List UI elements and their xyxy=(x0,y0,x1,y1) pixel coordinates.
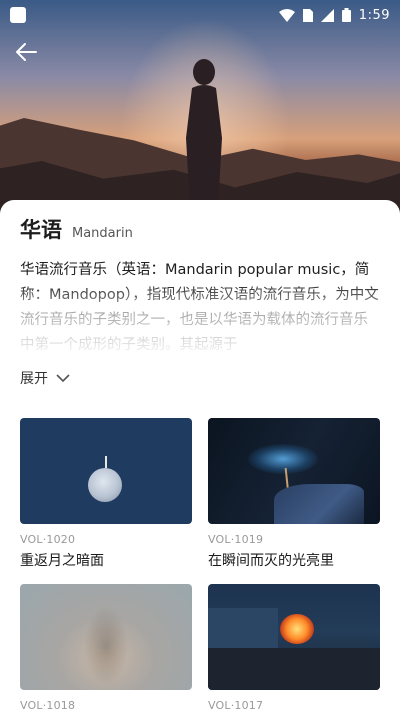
back-button[interactable] xyxy=(10,36,42,68)
category-title: 华语 xyxy=(20,218,62,242)
sim-icon xyxy=(302,8,313,22)
album-cover xyxy=(208,584,380,690)
signal-icon xyxy=(320,8,334,22)
battery-icon xyxy=(341,8,351,22)
wifi-icon xyxy=(278,8,295,22)
hero-silhouette xyxy=(186,59,222,208)
arrow-left-icon xyxy=(16,43,37,61)
category-sheet: 华语 Mandarin 华语流行音乐（英语：Mandarin popular m… xyxy=(0,200,400,713)
album-card[interactable]: VOL·1019 在瞬间而灭的光亮里 xyxy=(208,418,380,570)
album-vol: VOL·1020 xyxy=(20,533,76,546)
expand-label: 展开 xyxy=(20,371,48,387)
expand-button[interactable]: 展开 xyxy=(20,368,90,388)
moon-graphic xyxy=(88,468,122,502)
album-title: 在瞬间而灭的光亮里 xyxy=(208,553,334,569)
app-notification-icon xyxy=(10,7,26,23)
description-container: 华语流行音乐（英语：Mandarin popular music，简称：Mand… xyxy=(20,258,380,354)
album-vol: VOL·1019 xyxy=(208,533,264,546)
album-vol: VOL·1018 xyxy=(20,699,76,712)
ground-graphic xyxy=(208,648,380,690)
hand-graphic xyxy=(274,484,364,524)
blurred-figure-graphic xyxy=(84,606,128,686)
album-grid: VOL·1020 重返月之暗面 VOL·1019 在瞬间而灭的光亮里 VOL·1… xyxy=(20,418,380,713)
status-bar: 1:59 xyxy=(0,0,400,30)
description-fade xyxy=(20,282,380,354)
category-subtitle: Mandarin xyxy=(72,226,133,241)
clock: 1:59 xyxy=(358,7,390,23)
building-graphic xyxy=(208,608,278,648)
album-title: 重返月之暗面 xyxy=(20,553,104,569)
album-cover xyxy=(208,418,380,524)
title-row: 华语 Mandarin xyxy=(20,214,380,244)
album-card[interactable]: VOL·1017 xyxy=(208,584,380,713)
album-vol: VOL·1017 xyxy=(208,699,264,712)
light-glow-graphic xyxy=(248,444,318,474)
album-card[interactable]: VOL·1020 重返月之暗面 xyxy=(20,418,192,570)
album-cover xyxy=(20,418,192,524)
album-cover xyxy=(20,584,192,690)
fire-graphic xyxy=(280,614,314,644)
chevron-down-icon xyxy=(56,373,70,382)
album-card[interactable]: VOL·1018 xyxy=(20,584,192,713)
astronaut-graphic xyxy=(105,456,107,468)
